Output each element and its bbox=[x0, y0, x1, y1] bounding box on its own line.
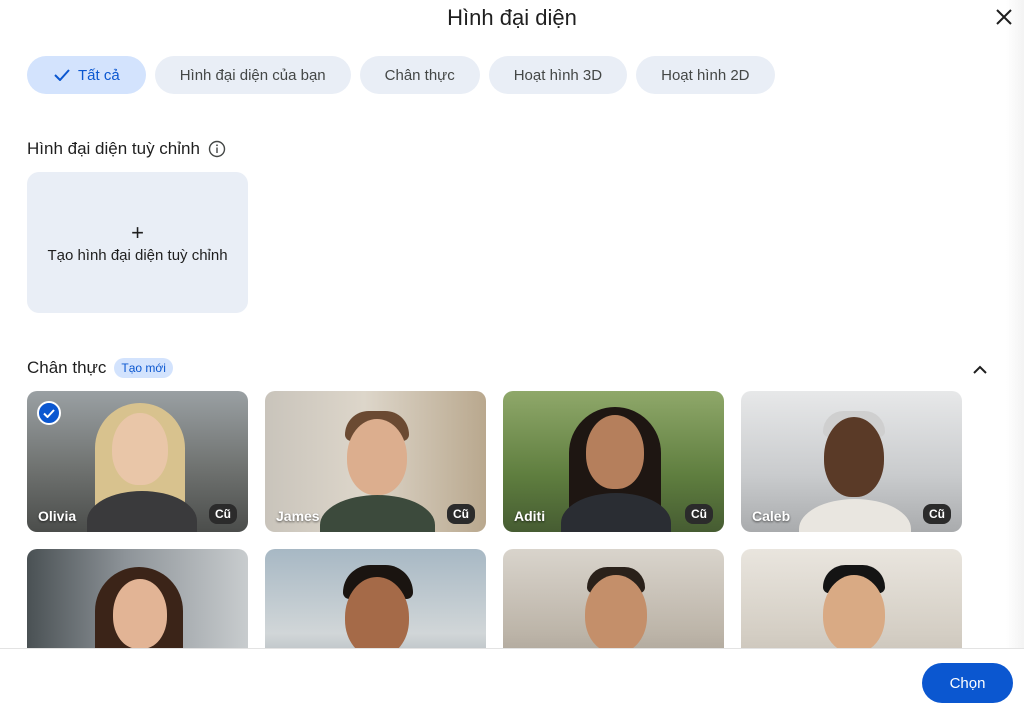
chip-label: Chân thực bbox=[384, 66, 455, 84]
custom-section-title: Hình đại diện tuỳ chỉnh bbox=[27, 139, 226, 159]
collapse-button[interactable] bbox=[969, 359, 991, 379]
avatar-name: Olivia bbox=[38, 508, 77, 524]
avatar-tile-6[interactable] bbox=[265, 549, 486, 649]
choose-button[interactable]: Chọn bbox=[922, 663, 1013, 703]
new-badge: Tạo mới bbox=[114, 358, 173, 378]
chip-label: Hoạt hình 3D bbox=[513, 66, 603, 84]
chip-realistic[interactable]: Chân thực bbox=[359, 56, 480, 94]
avatar-tile-james[interactable]: James Cũ bbox=[265, 391, 486, 532]
custom-section-label: Hình đại diện tuỳ chỉnh bbox=[27, 139, 200, 158]
chip-your-avatars[interactable]: Hình đại diện của bạn bbox=[154, 56, 351, 94]
filter-chips: Tất cả Hình đại diện của bạn Chân thực H… bbox=[27, 56, 775, 94]
chip-3d-animation[interactable]: Hoạt hình 3D bbox=[488, 56, 628, 94]
plus-icon: + bbox=[131, 220, 144, 245]
chip-2d-animation[interactable]: Hoạt hình 2D bbox=[636, 56, 775, 94]
avatar-name: Caleb bbox=[752, 508, 791, 524]
legacy-badge: Cũ bbox=[923, 504, 951, 524]
avatar-tile-5[interactable] bbox=[27, 549, 248, 649]
dialog-footer: Chọn bbox=[0, 648, 1024, 706]
legacy-badge: Cũ bbox=[209, 504, 237, 524]
realistic-section-label: Chân thực bbox=[27, 358, 107, 377]
legacy-badge: Cũ bbox=[685, 504, 713, 524]
check-icon bbox=[54, 69, 70, 81]
dialog-title: Hình đại diện bbox=[447, 5, 577, 30]
close-icon bbox=[996, 9, 1012, 25]
close-button[interactable] bbox=[992, 5, 1016, 29]
avatar-grid: Olivia Cũ James Cũ Aditi Cũ Caleb Cũ bbox=[27, 391, 963, 649]
avatar-tile-8[interactable] bbox=[741, 549, 962, 649]
selected-check-icon bbox=[37, 401, 61, 425]
avatar-tile-aditi[interactable]: Aditi Cũ bbox=[503, 391, 724, 532]
legacy-badge: Cũ bbox=[447, 504, 475, 524]
avatar-name: Aditi bbox=[514, 508, 546, 524]
scroll-edge bbox=[1006, 0, 1024, 648]
chip-label: Hoạt hình 2D bbox=[661, 66, 750, 84]
avatar-name: James bbox=[276, 508, 320, 524]
avatar-tile-olivia[interactable]: Olivia Cũ bbox=[27, 391, 248, 532]
create-custom-avatar-label: Tạo hình đại diện tuỳ chỉnh bbox=[47, 247, 228, 264]
avatar-tile-caleb[interactable]: Caleb Cũ bbox=[741, 391, 962, 532]
avatar-tile-7[interactable] bbox=[503, 549, 724, 649]
info-icon[interactable] bbox=[208, 140, 226, 158]
chevron-up-icon bbox=[973, 365, 987, 374]
chip-all[interactable]: Tất cả bbox=[27, 56, 146, 94]
chip-label: Hình đại diện của bạn bbox=[179, 66, 326, 84]
create-custom-avatar-button[interactable]: + Tạo hình đại diện tuỳ chỉnh bbox=[27, 172, 248, 313]
realistic-section-title: Chân thực Tạo mới bbox=[27, 358, 173, 378]
chip-label: Tất cả bbox=[78, 66, 120, 84]
